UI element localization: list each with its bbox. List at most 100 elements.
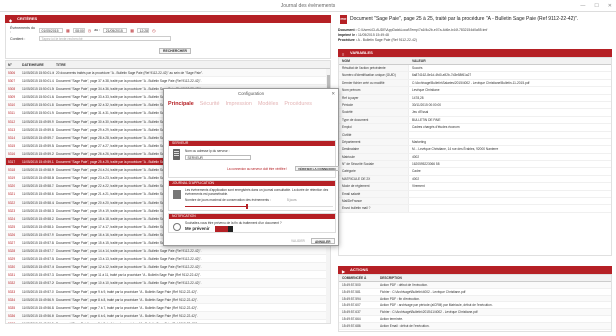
date-from-input[interactable]: 01/05/2015 [39,27,63,33]
action-time: 15:49:57.581 [342,289,361,294]
variable-name: Destinataire [339,146,409,153]
column-header[interactable]: N° [6,61,20,68]
table-cell: 5334 [8,297,16,302]
table-cell: 11/05/2015 15:49:57.589 [22,257,54,262]
notification-section-header: NOTIFICATION [169,214,335,219]
table-cell: 11/05/2015 15:50:01.689 [22,95,54,100]
table-cell: 5312 [8,119,16,124]
variable-row[interactable]: Type de document BULLETIN DE PAIE [339,116,611,125]
table-cell: 11/05/2015 15:49:57.205 [22,281,54,286]
content-row: Contient : Tapez ici le texte recherché [10,36,171,41]
variable-row[interactable]: Catégorie Cadre [339,168,611,176]
table-cell: 11/05/2015 15:49:59.717 [22,135,54,140]
action-row[interactable]: 15:49:57.500 Action PDF : début de l'exéc… [339,282,611,289]
table-cell: 5315 [8,143,16,148]
table-row[interactable]: 5337 11/05/2015 15:49:56.565 Document "Sag… [6,320,330,324]
column-header[interactable]: DATE/HEURE [20,61,54,68]
retention-slider-fill [185,206,248,207]
journal-section-header: JOURNAL D'APPLICATION [169,181,335,186]
variable-row[interactable]: Nom prénom Levêque Christiane [339,87,611,95]
table-row[interactable]: 5332 11/05/2015 15:49:57.205 Document "Sag… [6,279,330,288]
table-cell: 5331 [8,273,16,278]
calendar-icon[interactable]: ▦ [66,28,70,33]
table-row[interactable]: 5329 11/05/2015 15:49:57.589 Document "Sag… [6,255,330,264]
table-row[interactable]: 5330 11/05/2015 15:49:57.461 Document "Sag… [6,263,330,272]
variable-row[interactable]: Destinataire M. - Levêque Christiane, 14 … [339,146,611,154]
date-to-input[interactable]: 21/05/2015 [103,27,128,33]
action-row[interactable]: 15:49:57.581 Fichier : C:\Archivage\Bulle… [339,289,611,296]
retention-slider-handle[interactable] [246,204,249,209]
clock-icon[interactable]: ◷ [88,28,92,33]
document-file-value: C:\Users\CLAUDE\AppData\Local\Temp\7a1f4… [357,28,488,32]
document-procedure-value: A - Bulletin Sage Paie (Ref 9112-22-42) [357,38,417,42]
time-from-input[interactable]: 08:00 [72,27,85,33]
table-cell: 11/05/2015 15:50:01.817 [22,103,54,108]
variable-row[interactable]: Période 30/11/2015 00:00:00 [339,101,611,110]
variable-row[interactable]: Numéro d'identification unique (GUID) 6a8… [339,72,611,80]
tab-modeles[interactable]: Modèles [258,101,278,107]
column-header: VALEUR [412,59,426,63]
table-row[interactable]: 5306 11/05/2015 15:50:01.405 20 documents … [6,69,330,78]
table-cell: 11/05/2015 15:49:56.565 [22,321,54,324]
events-date-row: Évènements du : 01/05/2015 ▦ 08:00 ◷ au … [10,26,156,34]
variable-name: N° de Sécurité Sociale [339,161,409,168]
tab-principale[interactable]: Principale [168,101,194,107]
table-cell: 5337 [8,321,16,324]
minimize-button[interactable]: — [580,3,585,9]
dialog-close-button[interactable]: ✕ [331,91,335,97]
action-row[interactable]: 15:49:57.637 Fichier : C:\Archivage\Bulle… [339,309,611,316]
tab-procedures[interactable]: Procédures [284,101,312,107]
table-cell: 11/05/2015 15:49:57.333 [22,273,54,278]
action-row[interactable]: 15:49:57.686 Action Email : début de l'ex… [339,322,611,330]
notify-toggle[interactable] [215,226,233,232]
variable-value: 1478,28 [412,95,424,100]
table-row[interactable]: 5328 11/05/2015 15:49:57.717 Document "Sag… [6,247,330,256]
variable-row[interactable]: Mode de règlement Virement [339,183,611,191]
variable-row[interactable]: Société Jeu d'Essai [339,109,611,117]
variable-row[interactable]: Envoi bulletin mail ? [339,205,611,213]
table-row[interactable]: 5334 11/05/2015 15:49:56.949 Document "Sag… [6,295,330,304]
table-row[interactable]: 5335 11/05/2015 15:49:56.821 Document "Sag… [6,304,330,312]
time-to-input[interactable]: 12:28 [137,27,150,33]
search-button[interactable]: RECHERCHER [159,48,191,54]
variable-row[interactable]: Emploi Cadres chargés d'études économ [339,124,611,132]
events-table-header: N° DATE/HEURE TITRE [6,61,330,69]
criteria-header: ◆ CRITÈRES [5,15,331,23]
cancel-button[interactable]: ANNULER [311,238,335,244]
variable-row[interactable]: Ref à payer 1478,28 [339,94,611,102]
variable-value: Levêque Christiane [412,88,440,93]
variable-row[interactable]: Matricule 4002 [339,153,611,162]
variable-row[interactable]: MATRICULE DE 2X 4002 [339,175,611,184]
clock-icon[interactable]: ◷ [152,28,156,33]
variable-row[interactable]: N° de Sécurité Sociale 1620595223066 58 [339,161,611,169]
tab-impression[interactable]: Impression [226,101,252,107]
server-address-input[interactable]: SERVEUR [185,155,251,160]
tab-securite[interactable]: Sécurité [200,101,220,107]
action-time: 15:49:57.500 [342,283,361,287]
action-row[interactable]: 15:49:57.607 Action PDF : archivage par p… [339,302,611,310]
variable-row[interactable]: Email salarié [339,190,611,199]
table-row[interactable]: 5307 11/05/2015 15:50:01.433 Document "Sag… [6,77,330,86]
server-section: SERVEUR Nom ou adresse ip du serveur : S… [168,140,339,178]
variable-row[interactable]: Dernier fichier créé ou modifié C:\Archiv… [339,79,611,88]
column-header[interactable]: TITRE [54,61,330,68]
variable-row[interactable]: Civilité [339,131,611,139]
action-description: Action PDF : archivage par période (alCR… [380,303,493,308]
document-info: PDF Document "Sage Paie", page 25 à 25, … [338,14,612,48]
close-button[interactable]: ✕ [608,3,612,9]
maximize-button[interactable]: ☐ [594,3,598,9]
action-row[interactable]: 15:49:57.594 Action PDF : fin d'exécution… [339,295,611,303]
table-cell: 11/05/2015 15:49:57.077 [22,289,54,294]
table-row[interactable]: 5331 11/05/2015 15:49:57.333 Document "Sag… [6,271,330,280]
table-cell: Document "Sage Paie", page 13 à 13, trai… [56,257,202,262]
table-row[interactable]: 5333 11/05/2015 15:49:57.077 Document "Sag… [6,288,330,296]
variable-row[interactable]: MailDeFrance [339,198,611,206]
calendar-icon[interactable]: ▦ [130,28,134,33]
content-search-input[interactable]: Tapez ici le texte recherché [39,36,171,41]
validate-button[interactable]: VALIDER [288,238,308,244]
variable-row[interactable]: Résultat de l'action précédente Succès [339,65,611,73]
table-row[interactable]: 5336 11/05/2015 15:49:56.693 Document "Sag… [6,311,330,320]
variable-row[interactable]: Département Marketing [339,138,611,147]
action-row[interactable]: 15:49:57.664 Action terminée. [339,316,611,323]
verify-connection-button[interactable]: VÉRIFIER LA CONNEXION [295,166,339,171]
